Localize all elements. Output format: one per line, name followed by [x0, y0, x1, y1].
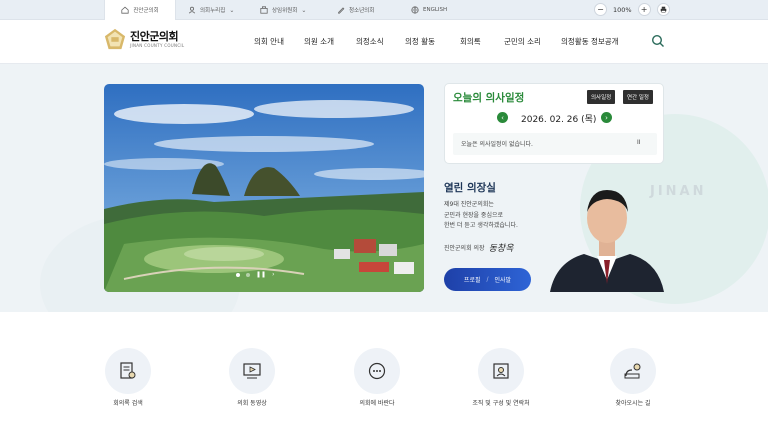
quick-menu-label: 조직 및 구성 및 연락처: [472, 400, 530, 407]
speaker-message: 제9대 진안군의회는 군민과 현장을 중심으로 한번 더 듣고 생각하겠습니다.: [444, 200, 564, 232]
utility-bar: 진안군의회 의회누리집 ⌄ 상임위원회 ⌄ 청소년의회 ENGLISH − 10…: [0, 0, 768, 20]
home-icon: [121, 6, 129, 14]
quick-menu-item[interactable]: 조직 및 구성 및 연락처: [461, 348, 541, 408]
group-icon: [260, 6, 268, 14]
chevron-down-icon: ⌄: [301, 6, 307, 14]
slide-indicator[interactable]: [246, 272, 250, 277]
chevron-left-icon: ‹: [501, 113, 504, 122]
speaker-photo: [550, 190, 664, 292]
tab-label: ENGLISH: [423, 7, 448, 13]
speaker-message-line: 한번 더 듣고 생각하겠습니다.: [444, 222, 518, 229]
next-date-button[interactable]: ›: [601, 112, 612, 123]
maisan-landscape-image: [104, 84, 424, 292]
quick-menu-icon-circle: [610, 348, 656, 394]
chevron-down-icon: ⌄: [229, 6, 235, 14]
speaker-portrait: [550, 180, 664, 292]
site-header: 진안군의회 JINAN COUNTY COUNCIL 의회 안내 의원 소개 의…: [0, 20, 768, 64]
schedule-empty-message: 오늘은 의사일정이 없습니다.: [461, 141, 533, 148]
quick-menu-label: 의회에 바란다: [359, 400, 395, 407]
quick-menu-icon-circle: [229, 348, 275, 394]
link-separator: /: [486, 276, 489, 283]
slide-controls: ❚❚ ›: [236, 271, 274, 278]
schedule-button[interactable]: 의사일정: [587, 90, 616, 104]
speaker-message-line: 군민과 현장을 중심으로: [444, 211, 504, 219]
speaker-links: 프로필 / 인사말: [444, 268, 531, 291]
tab-label: 의회누리집: [200, 8, 226, 14]
quick-menu-icon-circle: [105, 348, 151, 394]
speaker-section-title: 열린 의장실: [444, 182, 496, 194]
nav-citizen-voice[interactable]: 군민의 소리: [504, 36, 541, 47]
quick-menu: 회의록 검색 의회 동영상 의회에 바란다 조직 및 구성 및 연락처 찾아오시…: [0, 312, 768, 432]
logo-subtitle: JINAN COUNTY COUNCIL: [130, 42, 185, 48]
speaker-signature: 진안군의회 의장 동창옥: [444, 241, 513, 254]
quick-menu-label: 의회 동영상: [237, 400, 267, 407]
quick-menu-label: 회의록 검색: [113, 400, 143, 407]
globe-icon: [411, 6, 419, 14]
annual-schedule-button[interactable]: 연간 일정: [623, 90, 653, 104]
map-icon: [624, 363, 641, 379]
speaker-message-line: 제9대 진안군의회는: [444, 201, 494, 208]
pen-icon: [338, 7, 345, 14]
nav-members[interactable]: 의원 소개: [304, 36, 334, 47]
pause-icon[interactable]: II: [637, 139, 641, 146]
quick-menu-item[interactable]: 회의록 검색: [88, 348, 168, 408]
council-emblem-icon: [104, 28, 126, 50]
prev-date-button[interactable]: ‹: [497, 112, 508, 123]
zoom-control: − 100% +: [594, 3, 670, 16]
zoom-out-button[interactable]: −: [594, 3, 607, 16]
zoom-in-button[interactable]: +: [637, 3, 651, 16]
nav-activities[interactable]: 의정 활동: [405, 36, 435, 47]
nav-council-guide[interactable]: 의회 안내: [254, 36, 284, 47]
nav-news[interactable]: 의정소식: [356, 36, 384, 47]
signature-image: 동창옥: [488, 244, 514, 254]
speaker-sign-label: 진안군의회 의장: [444, 245, 485, 252]
chevron-right-icon: ›: [605, 113, 608, 122]
tab-label: 상임위원회: [272, 8, 298, 14]
profile-link[interactable]: 프로필: [464, 275, 481, 284]
zoom-level: 100%: [613, 5, 632, 14]
print-button[interactable]: [656, 3, 670, 16]
quick-menu-item[interactable]: 의회 동영상: [212, 348, 292, 408]
organization-icon: [493, 363, 509, 379]
tab-youth-council[interactable]: 청소년의회: [337, 0, 374, 20]
chevron-right-icon[interactable]: ›: [272, 271, 274, 278]
slide-indicator-active[interactable]: [236, 272, 240, 277]
schedule-list: 오늘은 의사일정이 없습니다. II: [453, 133, 657, 155]
quick-menu-item[interactable]: 찾아오시는 길: [593, 348, 673, 408]
tab-label: 청소년의회: [349, 8, 375, 14]
tab-jinan-council[interactable]: 진안군의회: [104, 0, 176, 20]
schedule-title: 오늘의 의사일정: [453, 92, 525, 104]
document-search-icon: [120, 362, 136, 379]
tab-council-site[interactable]: 의회누리집 ⌄: [188, 0, 234, 20]
schedule-date: 2026. 02. 26 (목): [521, 115, 597, 125]
quick-menu-item[interactable]: 의회에 바란다: [337, 348, 417, 408]
video-icon: [243, 363, 261, 379]
nav-minutes[interactable]: 회의록: [460, 36, 481, 47]
main-visual-slide[interactable]: [104, 84, 424, 292]
pause-icon[interactable]: ❚❚: [256, 271, 266, 278]
logo-title: 진안군의회: [130, 29, 179, 43]
user-icon: [188, 6, 196, 14]
greeting-link[interactable]: 인사말: [495, 275, 512, 284]
tab-label: 진안군의회: [133, 8, 159, 14]
quick-menu-icon-circle: [354, 348, 400, 394]
tab-standing-committee[interactable]: 상임위원회 ⌄: [260, 0, 306, 20]
quick-menu-icon-circle: [478, 348, 524, 394]
nav-disclosure[interactable]: 의정활동 정보공개: [561, 36, 619, 47]
tab-english[interactable]: ENGLISH: [411, 0, 447, 20]
quick-menu-label: 찾아오시는 길: [615, 400, 651, 407]
print-icon: [660, 6, 666, 13]
schedule-card: 오늘의 의사일정 의사일정 연간 일정 ‹ 2026. 02. 26 (목) ›…: [444, 83, 664, 164]
site-logo[interactable]: 진안군의회 JINAN COUNTY COUNCIL: [104, 28, 184, 50]
chat-icon: [368, 362, 386, 380]
search-icon[interactable]: [651, 34, 665, 48]
